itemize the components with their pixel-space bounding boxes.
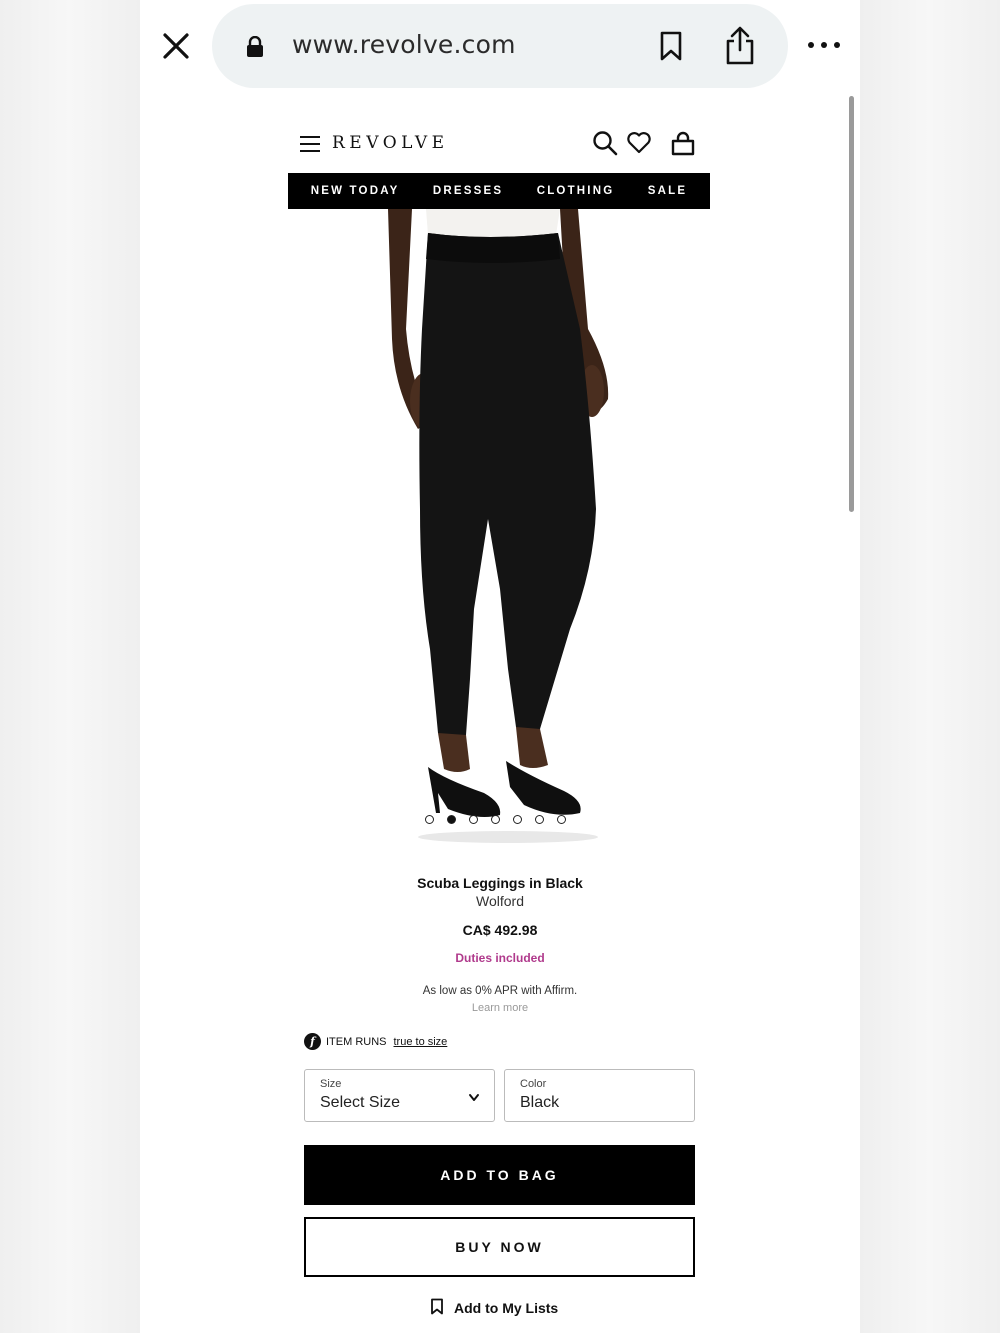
fit-prefix: ITEM RUNS [326, 1035, 387, 1048]
heart-icon[interactable] [626, 130, 652, 156]
affirm-text: As low as 0% APR with Affirm. [422, 985, 578, 997]
category-nav: NEW TODAY DRESSES CLOTHING SALE [288, 173, 710, 209]
nav-clothing[interactable]: CLOTHING [537, 185, 615, 197]
search-icon[interactable] [592, 130, 618, 156]
browser-viewport: www.revolve.com REVOLVE NEW TODAY DRESSE [140, 0, 860, 1333]
buy-now-button[interactable]: BUY NOW [304, 1217, 695, 1277]
color-select[interactable]: Color Black [504, 1069, 695, 1122]
product-image[interactable] [288, 209, 710, 849]
site-header: REVOLVE [288, 124, 710, 164]
chevron-down-icon [468, 1090, 480, 1101]
gallery-dot[interactable] [535, 815, 544, 824]
gallery-dot[interactable] [557, 815, 566, 824]
bookmark-icon[interactable] [658, 30, 684, 62]
bag-icon[interactable] [670, 130, 696, 156]
learn-more-link[interactable]: Learn more [140, 1002, 860, 1014]
gallery-dot[interactable] [491, 815, 500, 824]
gallery-dot[interactable] [469, 815, 478, 824]
product-price: CA$ 492.98 [462, 922, 538, 938]
address-bar[interactable]: www.revolve.com [212, 4, 788, 88]
gallery-dot[interactable] [425, 815, 434, 824]
background-right [860, 0, 1000, 1333]
share-icon[interactable] [724, 26, 756, 66]
add-to-bag-button[interactable]: ADD TO BAG [304, 1145, 695, 1205]
color-value: Black [520, 1094, 560, 1111]
product-title: Scuba Leggings in Black [417, 875, 583, 891]
add-to-lists-label: Add to My Lists [454, 1300, 559, 1316]
url-text: www.revolve.com [292, 30, 516, 59]
nav-dresses[interactable]: DRESSES [433, 185, 503, 197]
lock-icon [246, 35, 264, 58]
fit-info: f ITEM RUNS true to size [304, 1033, 447, 1050]
scrollbar[interactable] [849, 96, 854, 512]
nav-sale[interactable]: SALE [648, 185, 687, 197]
size-value: Select Size [320, 1094, 401, 1111]
color-label: Color [520, 1078, 547, 1090]
bookmark-icon [430, 1298, 444, 1318]
background-left [0, 0, 140, 1333]
add-to-lists-link[interactable]: Add to My Lists [430, 1298, 558, 1318]
duties-note: Duties included [455, 951, 545, 965]
gallery-dot[interactable] [447, 815, 456, 824]
gallery-pagination [425, 815, 566, 824]
gallery-dot[interactable] [513, 815, 522, 824]
product-brand[interactable]: Wolford [140, 893, 860, 909]
nav-new-today[interactable]: NEW TODAY [311, 185, 400, 197]
menu-icon[interactable] [300, 136, 320, 152]
close-icon[interactable] [158, 28, 194, 64]
fit-link[interactable]: true to size [394, 1036, 448, 1048]
fit-predictor-icon: f [304, 1033, 321, 1050]
more-icon[interactable] [808, 38, 840, 52]
site-logo[interactable]: REVOLVE [332, 133, 449, 153]
size-label: Size [320, 1078, 342, 1090]
size-select[interactable]: Size Select Size [304, 1069, 495, 1122]
